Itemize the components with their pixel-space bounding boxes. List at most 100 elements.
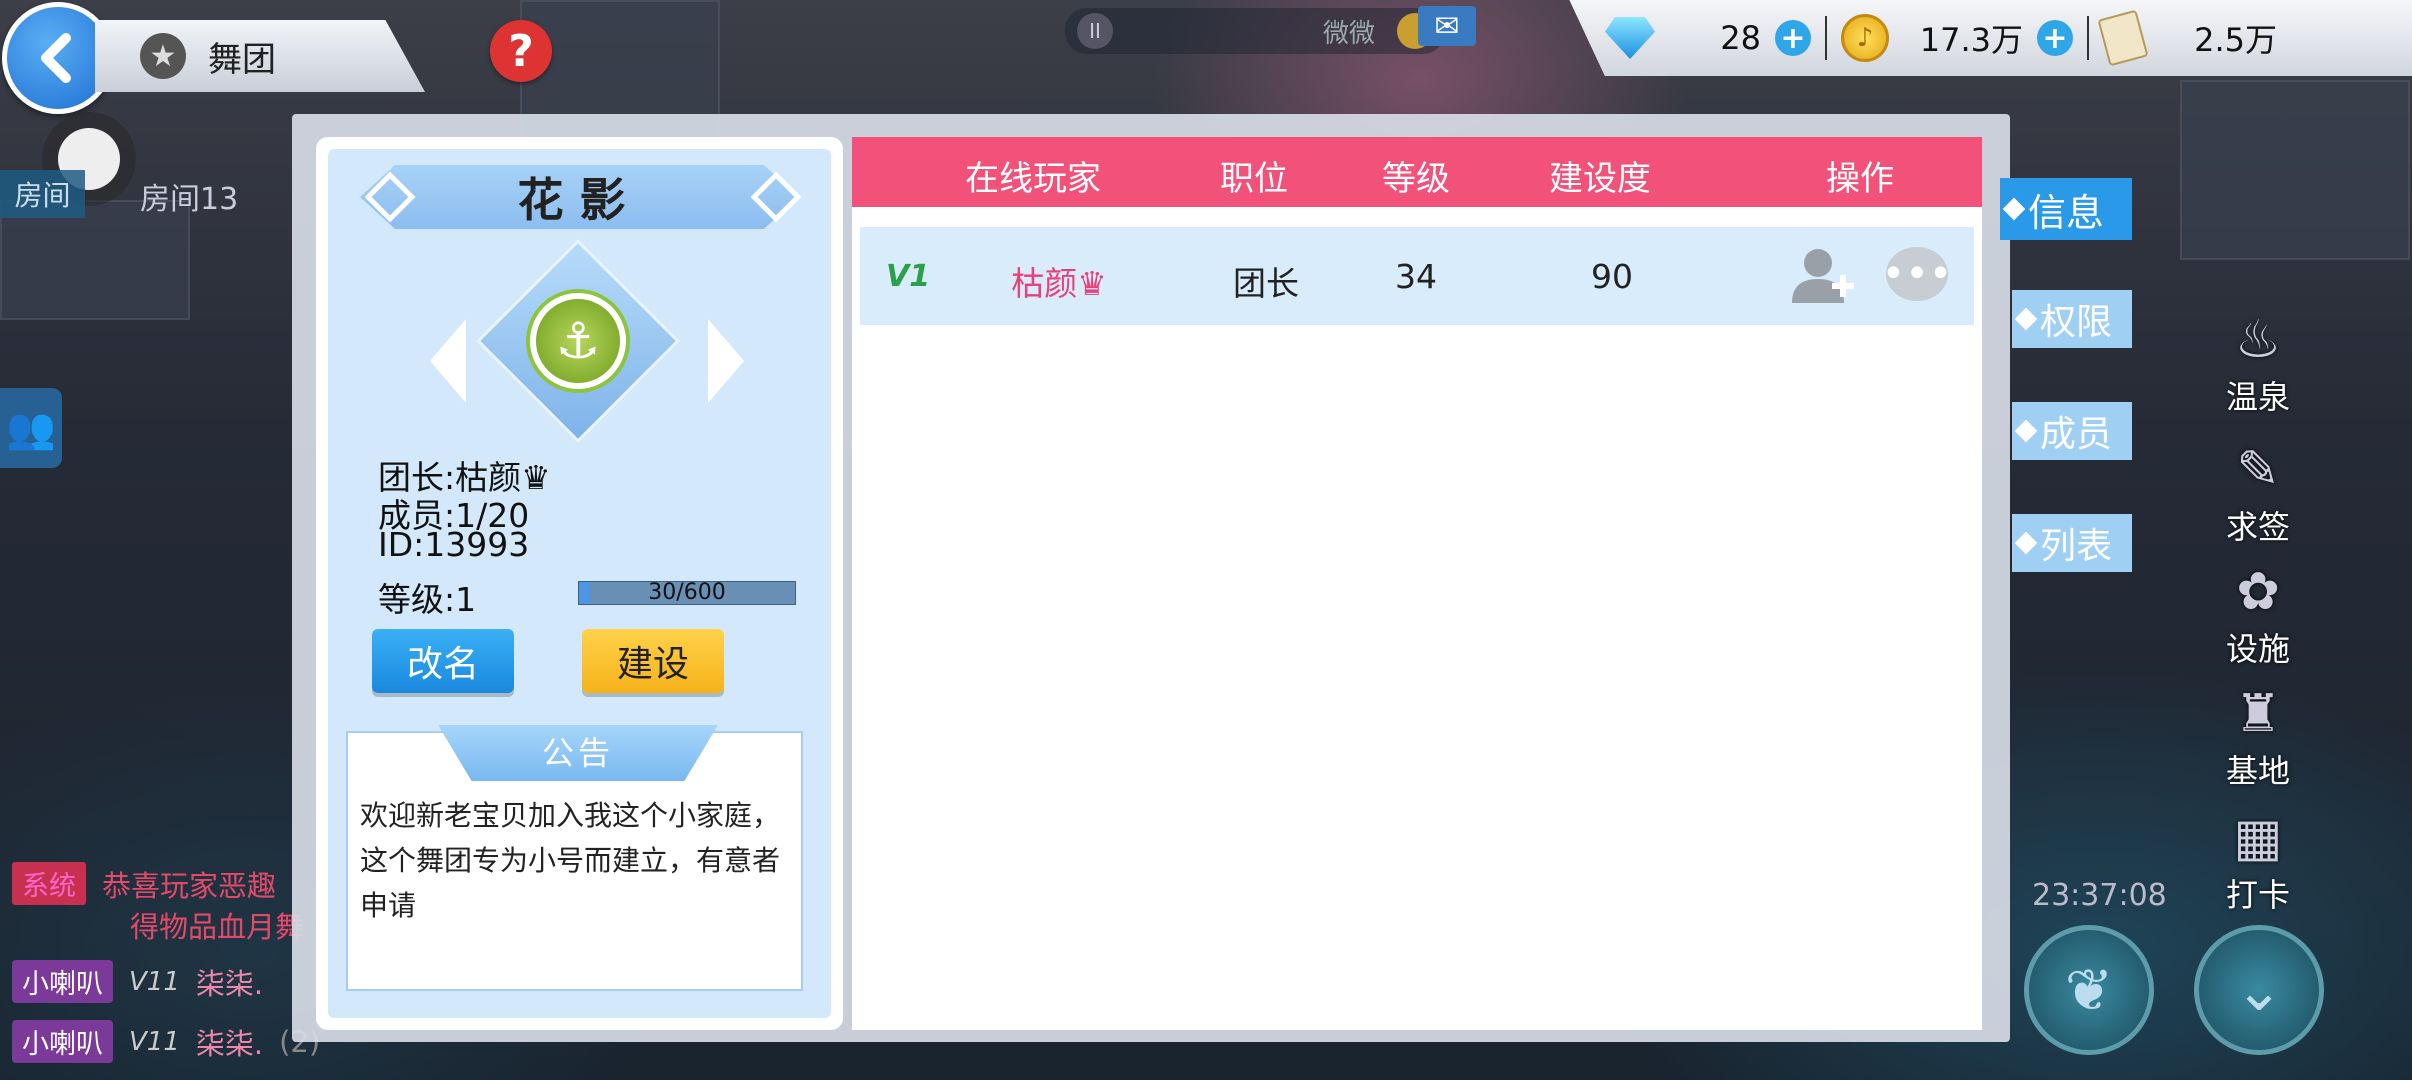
wing-icon: ❦ xyxy=(2064,956,2114,1024)
friends-button[interactable]: 👥 xyxy=(0,388,62,468)
column-header-contribution: 建设度 xyxy=(1549,159,1651,199)
flower-icon: ✿ xyxy=(2236,562,2280,622)
clock: 23:37:08 xyxy=(2032,878,2167,913)
castle-icon: ♜ xyxy=(2234,684,2282,744)
title-bar: ★ 舞团 xyxy=(95,20,425,92)
column-header-player: 在线玩家 xyxy=(965,159,1101,199)
notice-box: 公告 欢迎新老宝贝加入我这个小家庭，这个舞团专为小号而建立，有意者申请 xyxy=(346,725,803,991)
chat-line: 系统 恭喜玩家恶趣 xyxy=(12,862,276,905)
hot-spring-icon: ♨ xyxy=(2234,310,2282,370)
column-header-position: 职位 xyxy=(1220,159,1288,199)
room-tag: 房间 xyxy=(0,170,85,218)
diamond-icon xyxy=(1605,17,1655,59)
build-button[interactable]: 建设 xyxy=(582,629,724,693)
tab-list-label: 列表 xyxy=(2040,526,2113,567)
pause-icon[interactable]: II xyxy=(1077,13,1113,49)
hot-spring-label: 温泉 xyxy=(2225,378,2290,416)
tab-info-label: 信息 xyxy=(2028,190,2105,235)
tab-members-label: 成员 xyxy=(2040,414,2113,455)
fortune-label: 求签 xyxy=(2225,508,2290,546)
divider xyxy=(1825,16,1827,60)
chat-button[interactable]: ••• xyxy=(1882,247,1952,301)
fortune-button[interactable]: ✎ 求签 xyxy=(2212,440,2304,548)
guild-level: 等级:1 xyxy=(378,580,477,619)
column-header-level: 等级 xyxy=(1382,159,1450,199)
mail-button[interactable]: ✉ xyxy=(1418,6,1476,46)
tab-permissions[interactable]: 权限 xyxy=(2012,290,2132,348)
ticket-amount: 2.5万 xyxy=(2194,21,2277,59)
top-status-bar: II 微微 xyxy=(1065,8,1445,54)
star-icon: ★ xyxy=(140,33,186,79)
diamond-amount: 28 xyxy=(1720,19,1761,57)
column-header-actions: 操作 xyxy=(1826,159,1894,199)
tab-permissions-label: 权限 xyxy=(2040,302,2113,343)
bullet-icon xyxy=(2014,531,2038,555)
notice-title: 公告 xyxy=(438,725,718,781)
people-icon: 👥 xyxy=(6,405,56,452)
hot-spring-button[interactable]: ♨ 温泉 xyxy=(2212,310,2304,418)
gold-coin-icon: ♪ xyxy=(1841,14,1889,62)
dance-skill-button[interactable]: ❦ xyxy=(2024,925,2154,1055)
divider xyxy=(2087,16,2089,60)
add-friend-button[interactable] xyxy=(1790,245,1856,305)
base-label: 基地 xyxy=(2225,752,2290,790)
diamond-counter: 28 + xyxy=(1605,17,1811,59)
vip-badge: V11 xyxy=(129,1026,180,1057)
table-header: 在线玩家 职位 等级 建设度 操作 xyxy=(852,137,1982,207)
guild-name: 花影 xyxy=(360,165,799,229)
currency-bar: 28 + ♪ 17.3万 + 2.5万 xyxy=(1569,0,2412,76)
checkin-button[interactable]: ▦ 打卡 xyxy=(2212,808,2304,916)
page-title: 舞团 xyxy=(208,39,276,80)
guild-info-card: 花影 ⚓ 团长:枯颜♛ 成员:1/20 ID:13993 等级:1 30/600… xyxy=(316,137,843,1030)
facility-label: 设施 xyxy=(2225,630,2290,668)
anchor-icon: ⚓ xyxy=(530,293,626,389)
bullet-icon xyxy=(2014,419,2038,443)
chat-line: 得物品血月舞 xyxy=(130,904,304,946)
add-gold-button[interactable]: + xyxy=(2037,20,2073,56)
level-progress-text: 30/600 xyxy=(648,580,726,605)
help-button[interactable]: ? xyxy=(490,20,552,82)
ticket-icon xyxy=(2097,9,2149,67)
table-row[interactable]: V1 枯颜♛ 团长 34 90 ••• xyxy=(860,227,1974,325)
add-friend-icon xyxy=(1792,249,1854,303)
checkin-label: 打卡 xyxy=(2225,876,2290,914)
prev-emblem-arrow[interactable] xyxy=(430,319,466,403)
chat-channel-system: 系统 xyxy=(12,862,86,905)
chat-bubble-icon: ••• xyxy=(1881,251,1953,297)
player-level: 34 xyxy=(1395,257,1437,296)
gold-counter: ♪ 17.3万 + xyxy=(1841,14,2073,62)
fortune-stick-icon: ✎ xyxy=(2236,440,2280,500)
facility-button[interactable]: ✿ 设施 xyxy=(2212,562,2304,670)
chat-text: 得物品血月舞 xyxy=(130,910,305,944)
base-button[interactable]: ♜ 基地 xyxy=(2212,684,2304,792)
mail-icon: ✉ xyxy=(1434,8,1460,44)
vip-badge: V1 xyxy=(886,259,931,294)
guild-info-inner: 花影 ⚓ 团长:枯颜♛ 成员:1/20 ID:13993 等级:1 30/600… xyxy=(328,149,831,1018)
bullet-icon xyxy=(2014,307,2038,331)
chat-channel-speaker: 小喇叭 xyxy=(12,1020,113,1063)
chevron-down-icon: ⌄ xyxy=(2234,956,2284,1024)
gold-amount: 17.3万 xyxy=(1919,21,2023,59)
tab-info[interactable]: 信息 xyxy=(2000,178,2132,240)
bullet-icon xyxy=(2002,197,2026,221)
next-emblem-arrow[interactable] xyxy=(708,319,744,403)
ticket-counter: 2.5万 xyxy=(2097,9,2277,67)
tab-list[interactable]: 列表 xyxy=(2012,514,2132,572)
level-progress-bar: 30/600 xyxy=(578,581,796,605)
jump-button[interactable]: ⌄ xyxy=(2194,925,2324,1055)
user-name: 微微 xyxy=(1322,18,1375,49)
calendar-icon: ▦ xyxy=(2233,808,2283,868)
player-position: 团长 xyxy=(1233,264,1299,303)
tab-members[interactable]: 成员 xyxy=(2012,402,2132,460)
room-name: 房间13 xyxy=(140,182,239,217)
notice-text: 欢迎新老宝贝加入我这个小家庭，这个舞团专为小号而建立，有意者申请 xyxy=(360,799,781,922)
chat-channel-speaker: 小喇叭 xyxy=(12,960,113,1003)
chat-sender: 柒柒. xyxy=(195,966,264,1001)
rename-button[interactable]: 改名 xyxy=(372,629,514,693)
chat-line: 小喇叭 V11 柒柒. (2) xyxy=(12,1020,320,1063)
online-players-table: 在线玩家 职位 等级 建设度 操作 V1 枯颜♛ 团长 34 90 ••• xyxy=(852,137,1982,1030)
chevron-left-icon xyxy=(41,33,71,83)
guild-emblem: ⚓ xyxy=(476,239,680,443)
chat-text: 恭喜玩家恶趣 xyxy=(102,868,277,903)
add-diamond-button[interactable]: + xyxy=(1775,20,1811,56)
